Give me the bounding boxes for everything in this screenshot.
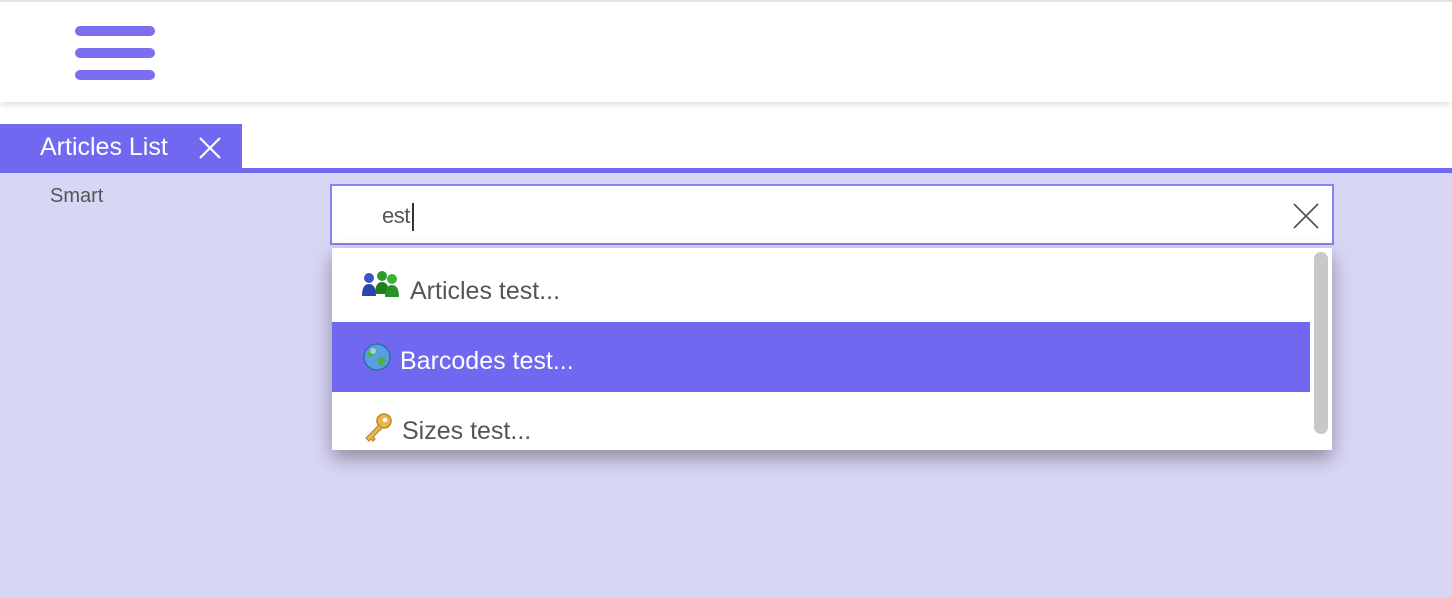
smart-search-input[interactable]: [382, 198, 1262, 234]
users-group-icon: [362, 271, 399, 297]
autocomplete-option-articles[interactable]: Articles test...: [332, 252, 1310, 322]
option-label: Barcodes test...: [400, 347, 574, 375]
autocomplete-option-barcodes[interactable]: Barcodes test...: [332, 322, 1310, 392]
globe-icon: [363, 343, 391, 371]
option-label: Sizes test...: [402, 417, 532, 445]
tab-articles-list[interactable]: Articles List: [0, 124, 242, 170]
autocomplete-option-sizes[interactable]: Sizes test...: [332, 392, 1310, 450]
tab-underline: [0, 168, 1452, 173]
smart-search-box[interactable]: [330, 184, 1334, 245]
option-label: Articles test...: [410, 277, 561, 305]
hamburger-line: [75, 26, 155, 36]
close-icon[interactable]: [198, 136, 222, 160]
top-header: [0, 0, 1452, 102]
key-icon: [365, 413, 392, 442]
clear-search-icon[interactable]: [1292, 202, 1320, 230]
text-caret: [412, 203, 414, 231]
hamburger-menu-icon[interactable]: [75, 26, 155, 82]
tab-label: Articles List: [40, 133, 168, 161]
autocomplete-dropdown: Articles test... Barcodes test... Sizes …: [332, 248, 1332, 450]
dropdown-scrollbar[interactable]: [1314, 252, 1328, 434]
smart-field-label: Smart: [50, 185, 104, 207]
hamburger-line: [75, 70, 155, 80]
hamburger-line: [75, 48, 155, 58]
